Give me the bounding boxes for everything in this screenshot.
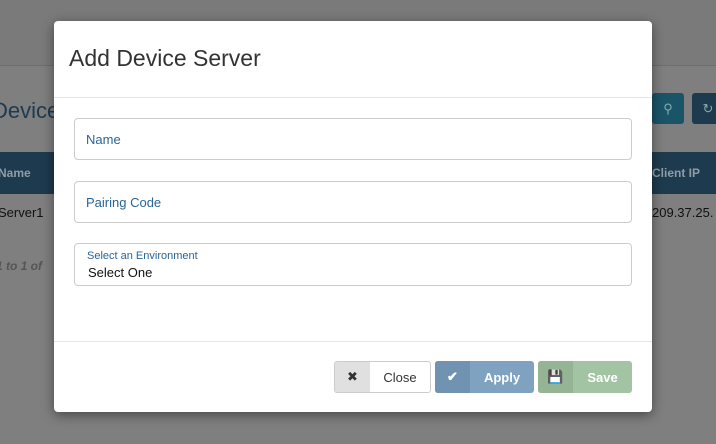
- refresh-button[interactable]: ↻: [692, 93, 716, 124]
- background-page-title: Device: [0, 98, 60, 123]
- cell-client-ip: 209.37.25.: [652, 205, 714, 220]
- close-icon: ✖: [335, 362, 370, 392]
- floppy-disk-icon: 💾: [538, 361, 573, 393]
- close-label: Close: [383, 369, 417, 385]
- name-input[interactable]: Name: [74, 118, 632, 160]
- search-icon: ⚲: [663, 100, 673, 116]
- environment-value: Select One: [88, 265, 153, 280]
- apply-button[interactable]: ✔ Apply: [435, 361, 534, 393]
- name-placeholder: Name: [86, 132, 121, 147]
- search-button[interactable]: ⚲: [652, 93, 684, 124]
- check-icon: ✔: [435, 361, 470, 393]
- header-name[interactable]: Name: [0, 166, 31, 180]
- save-button[interactable]: 💾 Save: [538, 361, 632, 393]
- add-device-server-modal: Add Device Server Name Pairing Code Sele…: [54, 21, 652, 412]
- save-label: Save: [587, 369, 618, 385]
- apply-label: Apply: [483, 369, 521, 385]
- environment-label: Select an Environment: [87, 250, 198, 262]
- pagination-info: 1 to 1 of: [0, 259, 43, 273]
- cell-name: Server1: [0, 205, 44, 220]
- header-client-ip[interactable]: Client IP: [652, 166, 700, 180]
- refresh-icon: ↻: [702, 100, 714, 116]
- modal-footer-divider: [54, 341, 652, 342]
- modal-title: Add Device Server: [69, 45, 261, 71]
- pairing-code-placeholder: Pairing Code: [86, 195, 162, 210]
- pairing-code-input[interactable]: Pairing Code: [74, 181, 632, 223]
- environment-select[interactable]: Select an Environment Select One: [74, 243, 632, 286]
- close-button[interactable]: ✖ Close: [334, 361, 431, 393]
